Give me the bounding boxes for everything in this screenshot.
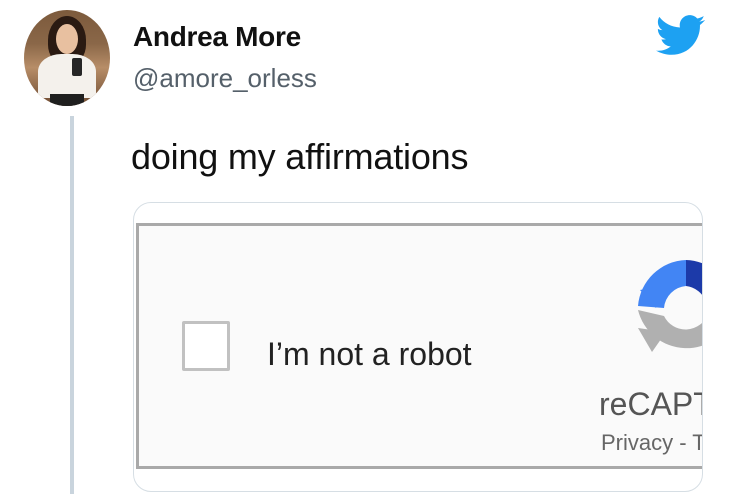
twitter-bird-icon[interactable] <box>656 14 706 58</box>
avatar-phone <box>72 58 82 76</box>
tweet-text: doing my affirmations <box>131 136 469 177</box>
privacy-terms-links[interactable]: Privacy - T <box>601 430 702 456</box>
recaptcha-widget: I’m not a robot reCAPT Privacy - T <box>136 223 703 469</box>
not-robot-checkbox[interactable] <box>182 321 230 371</box>
author-handle[interactable]: @amore_orless <box>133 63 317 94</box>
recaptcha-logo-icon <box>638 260 702 352</box>
author-name[interactable]: Andrea More <box>133 21 301 53</box>
recaptcha-brand: reCAPT <box>599 386 703 422</box>
avatar-pants <box>50 94 84 106</box>
thread-line <box>70 116 74 494</box>
media-card[interactable]: I’m not a robot reCAPT Privacy - T <box>133 202 703 492</box>
avatar-shirt <box>38 54 96 98</box>
avatar-face <box>56 24 78 54</box>
avatar[interactable] <box>24 10 110 106</box>
checkbox-label: I’m not a robot <box>267 336 472 372</box>
